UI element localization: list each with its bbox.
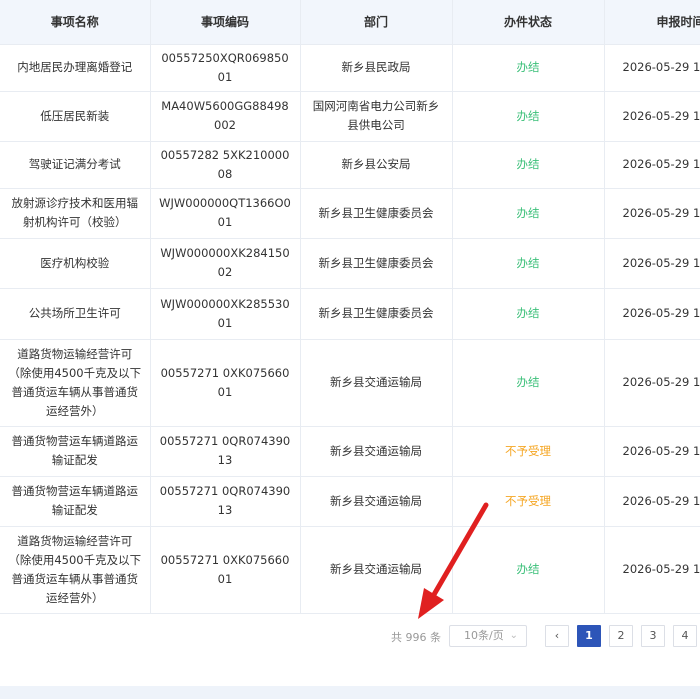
arrow-head [418, 588, 444, 619]
arrow-shaft [429, 502, 489, 601]
annotation-arrow [418, 502, 489, 619]
